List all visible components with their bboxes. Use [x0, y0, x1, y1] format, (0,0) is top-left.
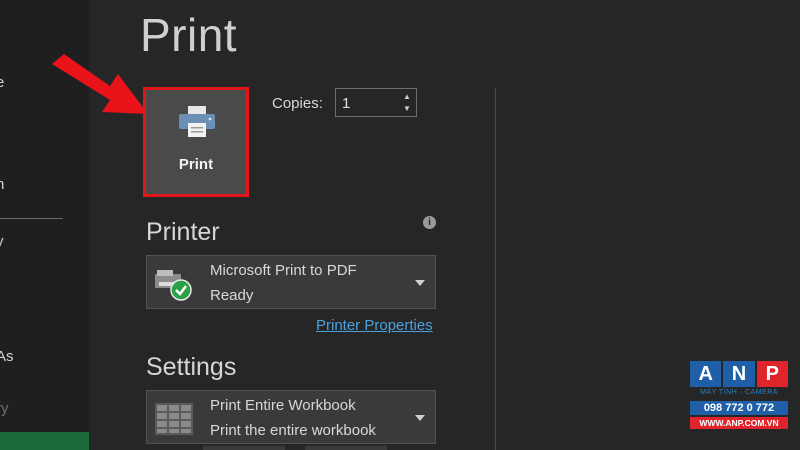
anp-letters: A N P	[690, 361, 788, 387]
anp-letter: A	[690, 361, 722, 387]
printer-name: Microsoft Print to PDF	[210, 262, 357, 279]
nav-item-save-as[interactable]: As	[0, 344, 89, 370]
workbook-grid-icon	[155, 403, 193, 435]
printer-properties-link[interactable]: Printer Properties	[316, 317, 433, 334]
excel-backstage-print: e n y As ry Print Print Copies: ▲ ▼ Prin…	[0, 0, 800, 450]
print-what-title: Print Entire Workbook	[210, 397, 356, 414]
info-icon[interactable]: i	[423, 216, 436, 229]
page-title: Print	[140, 9, 238, 61]
anp-phone: 098 772 0 772	[690, 401, 788, 415]
printer-ready-icon	[155, 270, 192, 301]
anp-letter: N	[723, 361, 755, 387]
print-button-label: Print	[178, 156, 214, 173]
print-what-description: Print the entire workbook	[210, 422, 376, 439]
nav-item-history[interactable]: y	[0, 229, 89, 255]
printer-status: Ready	[210, 287, 254, 304]
settings-section-title: Settings	[146, 353, 237, 381]
printer-dropdown[interactable]: Microsoft Print to PDF Ready	[146, 255, 436, 309]
nav-item-open[interactable]: n	[0, 172, 89, 198]
printer-icon	[179, 106, 215, 137]
next-control-stub	[203, 446, 285, 450]
next-control-stub	[305, 446, 387, 450]
nav-active-strip	[0, 432, 89, 450]
nav-item-history-dim[interactable]: ry	[0, 396, 89, 422]
print-button[interactable]: Print	[143, 87, 249, 197]
anp-tagline: MÁY TÍNH · CAMERA	[700, 389, 778, 396]
copies-stepper[interactable]: ▲ ▼	[335, 88, 417, 117]
chevron-down-icon	[415, 280, 425, 286]
printer-section-title: Printer	[146, 218, 220, 246]
copies-decrement-icon[interactable]: ▼	[402, 104, 412, 114]
copies-increment-icon[interactable]: ▲	[402, 92, 412, 102]
anp-watermark-logo: A N P MÁY TÍNH · CAMERA 098 772 0 772 WW…	[690, 361, 788, 433]
red-arrow-icon	[52, 54, 148, 114]
anp-letter: P	[756, 361, 788, 387]
print-what-dropdown[interactable]: Print Entire Workbook Print the entire w…	[146, 390, 436, 444]
nav-divider	[0, 218, 63, 219]
copies-input[interactable]	[342, 93, 392, 113]
chevron-down-icon	[415, 415, 425, 421]
preview-divider	[495, 88, 496, 450]
copies-label: Copies:	[272, 95, 323, 112]
anp-website: WWW.ANP.COM.VN	[690, 417, 788, 429]
